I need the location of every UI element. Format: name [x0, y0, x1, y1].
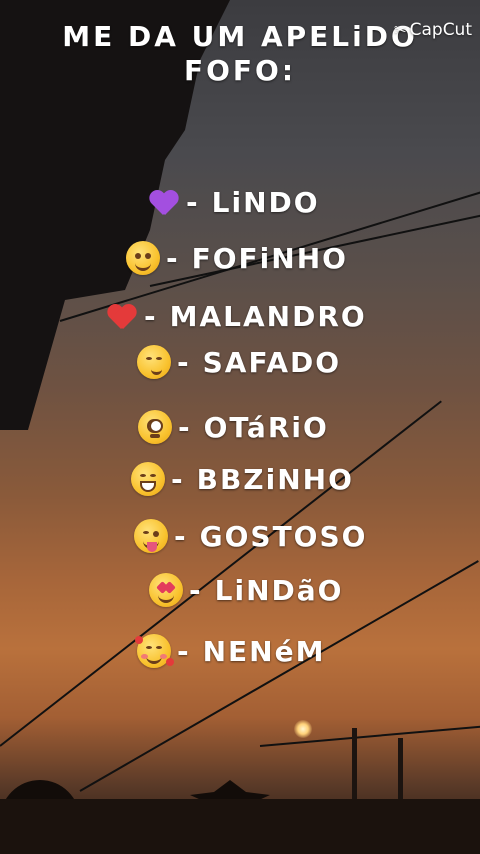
list-item: - MALANDRO [104, 296, 367, 336]
purple-heart-icon [146, 185, 180, 219]
dash: - [186, 185, 200, 219]
list-item: - OTáRiO [138, 407, 329, 447]
list-item: - FOFiNHO [126, 238, 348, 278]
nickname-label: NENéM [202, 634, 326, 668]
nickname-label: BBZiNHO [196, 462, 354, 496]
list-item: - LiNDãO [149, 570, 343, 610]
nickname-label: LiNDãO [214, 573, 344, 607]
nickname-label: OTáRiO [203, 410, 329, 444]
nickname-list: - LiNDO - FOFiNHO - MALANDRO - SAFADO - … [0, 0, 480, 854]
list-item: - GOSTOSO [134, 516, 367, 556]
nickname-label: LiNDO [211, 185, 320, 219]
smirking-face-icon [137, 345, 171, 379]
smiling-hearts-face-icon [135, 634, 174, 668]
dash: - [178, 410, 192, 444]
dash: - [166, 241, 180, 275]
tongue-face-icon [134, 519, 168, 553]
nickname-label: FOFiNHO [191, 241, 348, 275]
dash: - [144, 299, 158, 333]
dash: - [171, 462, 185, 496]
nickname-label: MALANDRO [169, 299, 367, 333]
dash: - [177, 345, 191, 379]
list-item: - BBZiNHO [131, 459, 354, 499]
nickname-label: GOSTOSO [199, 519, 368, 553]
list-item: - NENéM [135, 631, 326, 671]
nickname-label: SAFADO [202, 345, 342, 379]
grinning-face-icon [131, 462, 165, 496]
flushed-face-icon [138, 410, 172, 444]
smiling-face-icon [126, 241, 160, 275]
dash: - [189, 573, 203, 607]
red-heart-icon [104, 299, 138, 333]
dash: - [177, 634, 191, 668]
heart-eyes-face-icon [149, 573, 183, 607]
dash: - [174, 519, 188, 553]
list-item: - SAFADO [137, 342, 341, 382]
list-item: - LiNDO [146, 182, 320, 222]
